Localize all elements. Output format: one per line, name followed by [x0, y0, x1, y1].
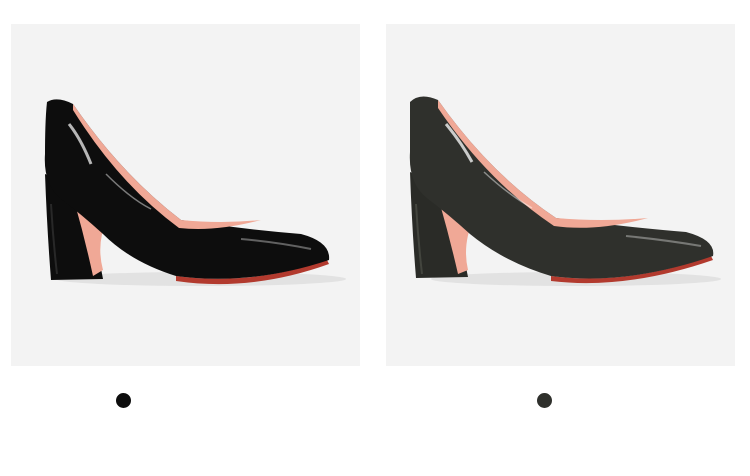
color-swatch-black[interactable] — [116, 393, 131, 408]
product-card-black[interactable] — [0, 0, 375, 476]
product-photo-black-pump[interactable] — [11, 24, 360, 366]
product-card-dark-olive[interactable] — [375, 0, 750, 476]
black-pump-image — [44, 99, 346, 286]
dark-olive-pump-image — [409, 96, 721, 286]
color-swatch-dark-olive[interactable] — [537, 393, 552, 408]
product-photo-dark-olive-pump[interactable] — [386, 24, 735, 366]
